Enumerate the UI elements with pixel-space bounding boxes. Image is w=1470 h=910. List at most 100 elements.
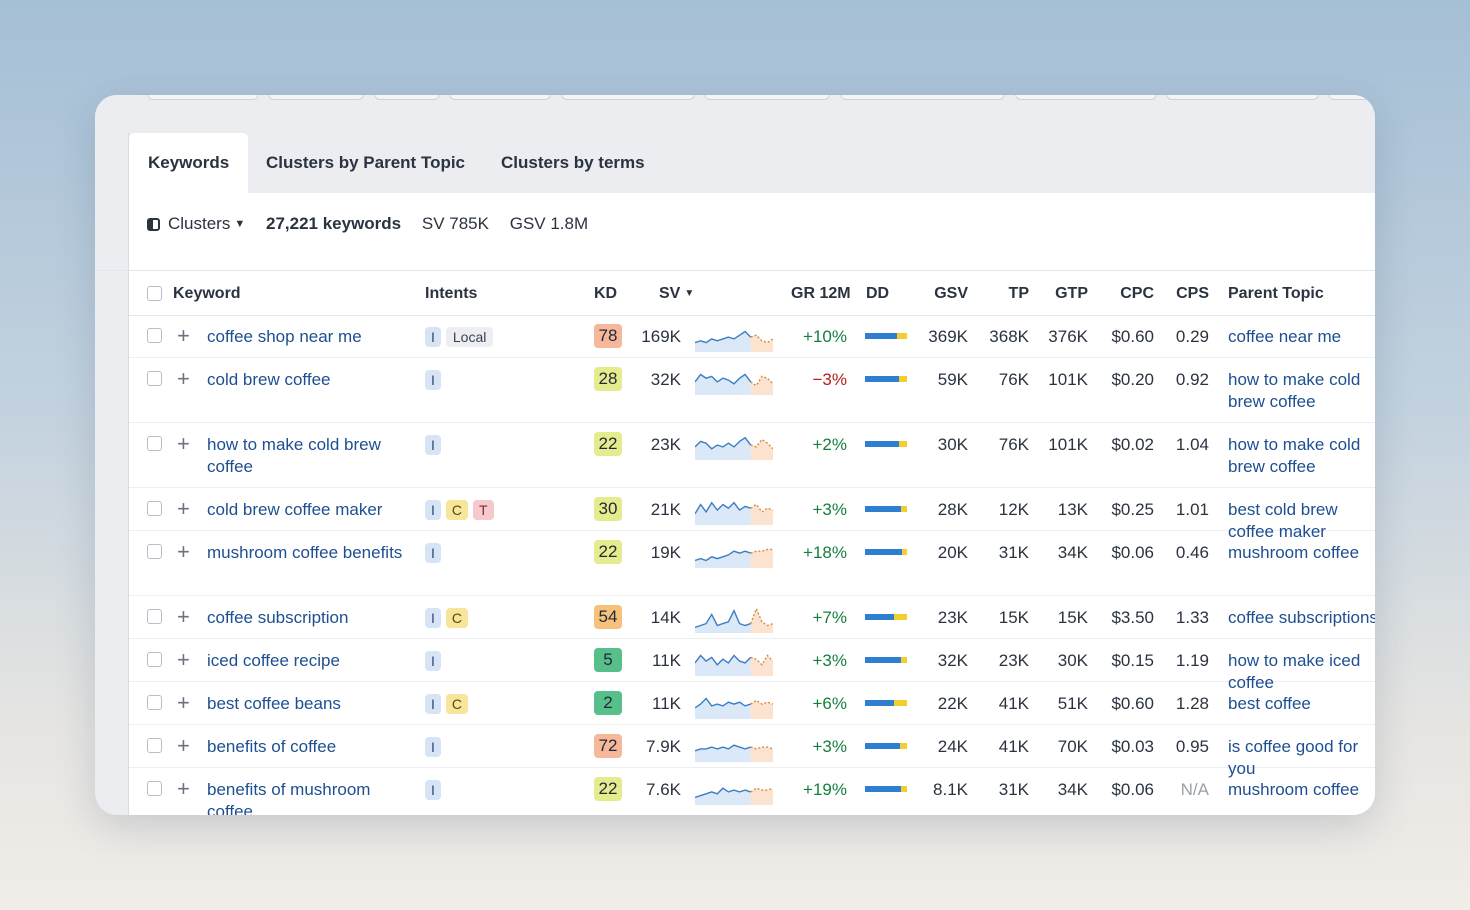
row-checkbox[interactable] <box>147 501 162 516</box>
app-card: Keywords Clusters by Parent Topic Cluste… <box>95 95 1375 815</box>
tp-value: 31K <box>998 780 1029 799</box>
keyword-link[interactable]: coffee subscription <box>207 607 407 629</box>
filter-chip[interactable] <box>147 95 259 100</box>
intent-badges: IC <box>425 694 473 716</box>
table-row: + mushroom coffee benefits I 22 19K +18% 20K 31… <box>129 531 1375 596</box>
keyword-link[interactable]: benefits of mushroom coffee <box>207 779 407 815</box>
add-to-list-icon[interactable]: + <box>177 368 190 390</box>
dd-bar-primary <box>865 506 901 512</box>
cps-value: 0.95 <box>1175 737 1209 756</box>
row-checkbox[interactable] <box>147 609 162 624</box>
gsv-value: 59K <box>937 370 968 389</box>
col-gsv[interactable]: GSV <box>909 273 968 315</box>
filter-chip[interactable] <box>268 95 364 100</box>
filter-chip[interactable] <box>449 95 551 100</box>
parent-topic-link[interactable]: mushroom coffee <box>1228 542 1375 564</box>
add-to-list-icon[interactable]: + <box>177 325 190 347</box>
row-checkbox[interactable] <box>147 371 162 386</box>
trend-sparkline <box>695 744 773 762</box>
tab-clusters-by-terms[interactable]: Clusters by terms <box>482 133 664 193</box>
filter-chip[interactable] <box>1166 95 1319 100</box>
col-cpc[interactable]: CPC <box>1094 273 1154 315</box>
row-checkbox[interactable] <box>147 695 162 710</box>
filter-chip[interactable] <box>374 95 440 100</box>
col-cps[interactable]: CPS <box>1159 273 1209 315</box>
col-tp[interactable]: TP <box>974 273 1029 315</box>
growth-value: +3% <box>812 651 848 670</box>
cps-value: 1.33 <box>1175 608 1209 627</box>
table-row: + coffee shop near me I Local 78 169K +10% 369K… <box>129 315 1375 358</box>
col-keyword[interactable]: Keyword <box>173 273 241 315</box>
clusters-dropdown[interactable]: Clusters ▼ <box>147 214 245 233</box>
growth-value: +3% <box>812 500 848 519</box>
add-to-list-icon[interactable]: + <box>177 606 190 628</box>
row-checkbox[interactable] <box>147 738 162 753</box>
col-dd[interactable]: DD <box>866 273 889 315</box>
table-row: + iced coffee recipe I 5 11K +3% 32K 23K 30K $0.1… <box>129 639 1375 692</box>
select-all-checkbox[interactable] <box>147 286 162 301</box>
kd-cell: 2 <box>594 691 622 715</box>
intent-badges: I <box>425 370 446 392</box>
dd-bar-secondary <box>902 549 907 555</box>
add-to-list-icon[interactable]: + <box>177 649 190 671</box>
filter-chip[interactable] <box>704 95 830 100</box>
summary-bar: Clusters ▼ 27,221 keywords SV 785K GSV 1.… <box>147 193 604 255</box>
parent-topic-link[interactable]: coffee subscriptions <box>1228 607 1375 629</box>
kd-badge: 28 <box>594 367 622 391</box>
add-to-list-icon[interactable]: + <box>177 541 190 563</box>
cpc-value: $0.03 <box>1111 737 1154 756</box>
intent-badge: I <box>425 500 441 520</box>
row-checkbox[interactable] <box>147 652 162 667</box>
table-row: + cold brew coffee I 28 32K −3% 59K 76K 101K $0.2… <box>129 358 1375 423</box>
sidebar-panel-icon <box>147 218 160 231</box>
col-parent-topic[interactable]: Parent Topic <box>1228 273 1324 315</box>
caret-down-icon: ▼ <box>234 218 246 230</box>
add-to-list-icon[interactable]: + <box>177 692 190 714</box>
keyword-link[interactable]: how to make cold brew coffee <box>207 434 407 478</box>
growth-value: +3% <box>812 737 848 756</box>
dd-bar-secondary <box>900 743 907 749</box>
keyword-link[interactable]: mushroom coffee benefits <box>207 542 407 564</box>
parent-topic-link[interactable]: how to make cold brew coffee <box>1228 434 1375 478</box>
add-to-list-icon[interactable]: + <box>177 433 190 455</box>
tab-keywords[interactable]: Keywords <box>129 133 249 193</box>
add-to-list-icon[interactable]: + <box>177 778 190 800</box>
filter-chip[interactable] <box>561 95 695 100</box>
trend-sparkline <box>695 606 773 633</box>
col-kd[interactable]: KD <box>594 273 617 315</box>
col-gtp[interactable]: GTP <box>1034 273 1088 315</box>
growth-value: +19% <box>803 780 847 799</box>
trend-sparkline <box>695 436 773 460</box>
keyword-link[interactable]: benefits of coffee <box>207 736 407 758</box>
growth-value: +2% <box>812 435 848 454</box>
row-checkbox[interactable] <box>147 544 162 559</box>
parent-topic-link[interactable]: best coffee <box>1228 693 1375 715</box>
filter-chip[interactable] <box>840 95 1005 100</box>
col-intents[interactable]: Intents <box>425 273 477 315</box>
col-gr12m[interactable]: GR 12M <box>791 273 851 315</box>
keyword-link[interactable]: cold brew coffee maker <box>207 499 407 521</box>
keyword-link[interactable]: iced coffee recipe <box>207 650 407 672</box>
keyword-link[interactable]: coffee shop near me <box>207 326 407 348</box>
filter-chip[interactable] <box>1328 95 1375 100</box>
dd-bar-secondary <box>900 657 907 663</box>
col-sv[interactable]: SV ▼ <box>659 273 694 315</box>
filter-chip[interactable] <box>1015 95 1157 100</box>
add-to-list-icon[interactable]: + <box>177 498 190 520</box>
gtp-value: 101K <box>1048 370 1088 389</box>
row-checkbox[interactable] <box>147 436 162 451</box>
kd-cell: 78 <box>594 324 622 348</box>
parent-topic-link[interactable]: how to make cold brew coffee <box>1228 369 1375 413</box>
row-checkbox[interactable] <box>147 328 162 343</box>
keyword-link[interactable]: best coffee beans <box>207 693 407 715</box>
cpc-value: $0.02 <box>1111 435 1154 454</box>
add-to-list-icon[interactable]: + <box>177 735 190 757</box>
tp-value: 368K <box>989 327 1029 346</box>
parent-topic-link[interactable]: mushroom coffee <box>1228 779 1375 801</box>
dd-bar-primary <box>865 333 897 339</box>
parent-topic-link[interactable]: coffee near me <box>1228 326 1375 348</box>
keyword-link[interactable]: cold brew coffee <box>207 369 407 391</box>
row-checkbox[interactable] <box>147 781 162 796</box>
tab-clusters-by-parent-topic[interactable]: Clusters by Parent Topic <box>247 133 484 193</box>
table-row: + benefits of mushroom coffee I 22 7.6K +19% 8… <box>129 768 1375 815</box>
